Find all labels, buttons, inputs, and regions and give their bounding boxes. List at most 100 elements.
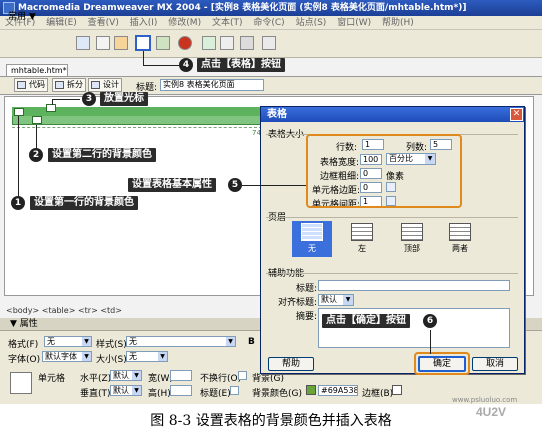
tag-chooser-icon[interactable] xyxy=(262,36,276,50)
caption-input[interactable] xyxy=(318,280,510,291)
align-caption-label: 对齐标题: xyxy=(278,298,318,308)
menu-modify[interactable]: 修改(M) xyxy=(168,18,201,28)
header-top-icon xyxy=(401,223,423,241)
dialog-title: 表格 xyxy=(261,107,524,122)
divider xyxy=(266,273,518,274)
menu-bar: 文件(F) 编辑(E) 查看(V) 插入(I) 修改(M) 文本(T) 命令(C… xyxy=(0,16,542,30)
callout-number-6: 6 xyxy=(423,314,437,328)
chevron-down-icon: ▼ xyxy=(132,386,141,395)
align-caption-select[interactable]: 默认 ▼ xyxy=(318,294,354,306)
table-icon[interactable] xyxy=(135,35,151,51)
menu-help[interactable]: 帮助(H) xyxy=(382,18,414,28)
callout-3: 放置光标 xyxy=(100,92,148,106)
menu-commands[interactable]: 命令(C) xyxy=(253,18,284,28)
chevron-down-icon: ▼ xyxy=(82,337,91,346)
design-view-icon xyxy=(91,81,100,89)
font-label: 字体(O) xyxy=(8,355,41,365)
border-label: 边框(B) xyxy=(362,389,394,399)
date-icon[interactable] xyxy=(202,36,216,50)
border-color-swatch[interactable] xyxy=(392,385,402,395)
style-select[interactable]: 无 ▼ xyxy=(126,336,236,347)
comment-icon[interactable] xyxy=(220,36,234,50)
bgcolor-swatch[interactable] xyxy=(306,385,316,395)
size-label: 大小(S) xyxy=(96,355,127,365)
header-option-top[interactable]: 顶部 xyxy=(392,221,432,257)
chevron-down-icon: ▼ xyxy=(226,337,235,346)
callout-line xyxy=(430,330,431,354)
cursor-cell[interactable] xyxy=(46,104,56,112)
callout-6: 点击【确定】按钮 xyxy=(322,314,410,328)
highlight-ok xyxy=(414,352,470,375)
menu-view[interactable]: 查看(V) xyxy=(88,18,119,28)
email-link-icon[interactable] xyxy=(96,36,110,50)
header-both-icon xyxy=(449,223,471,241)
menu-edit[interactable]: 编辑(E) xyxy=(46,18,77,28)
cancel-button[interactable]: 取消 xyxy=(472,357,518,371)
design-view-button[interactable]: 设计 xyxy=(88,78,122,92)
callout-line xyxy=(143,51,144,65)
insert-category-select[interactable]: 常用 ▼ xyxy=(8,9,36,22)
callout-number-2: 2 xyxy=(29,148,43,162)
bgcolor-label: 背景颜色(G) xyxy=(252,389,302,399)
document-tab[interactable]: mhtable.htm* xyxy=(6,64,68,76)
style-label: 样式(S) xyxy=(96,340,127,350)
halign-label: 水平(Z) xyxy=(80,374,112,384)
header-checkbox[interactable] xyxy=(230,386,239,395)
callout-4: 点击【表格】按钮 xyxy=(197,58,285,72)
header-left-icon xyxy=(351,223,373,241)
bold-button[interactable]: B xyxy=(248,337,255,347)
header-option-none[interactable]: 无 xyxy=(292,221,332,257)
menu-site[interactable]: 站点(S) xyxy=(296,18,327,28)
chevron-down-icon: ▼ xyxy=(82,352,91,361)
tag-selector[interactable]: <body> <table> <tr> <td> xyxy=(6,306,122,315)
menu-insert[interactable]: 插入(I) xyxy=(130,18,158,28)
callout-number-1: 1 xyxy=(11,196,25,210)
window-title: Macromedia Dreamweaver MX 2004 - [实例8 表格… xyxy=(18,3,467,13)
format-label: 格式(F) xyxy=(8,340,39,350)
font-select[interactable]: 默认字体 ▼ xyxy=(42,351,92,362)
split-view-button[interactable]: 拆分 xyxy=(52,78,86,92)
code-view-button[interactable]: 代码 xyxy=(14,78,48,92)
template-icon[interactable] xyxy=(240,36,254,50)
valign-select[interactable]: 默认 ▼ xyxy=(110,385,142,396)
table-width-ruler xyxy=(12,127,262,136)
callout-2: 设置第二行的背景颜色 xyxy=(48,148,156,162)
menu-text[interactable]: 文本(T) xyxy=(212,18,243,28)
close-icon[interactable]: ✕ xyxy=(510,108,523,121)
bgcolor-input[interactable]: #69A538 xyxy=(318,385,358,396)
menu-window[interactable]: 窗口(W) xyxy=(337,18,371,28)
split-view-icon xyxy=(55,81,64,89)
size-select[interactable]: 无 ▼ xyxy=(126,351,168,362)
chevron-down-icon: ▼ xyxy=(158,352,167,361)
header-option-both[interactable]: 两者 xyxy=(440,221,480,257)
callout-line xyxy=(18,116,19,196)
divider xyxy=(266,217,518,218)
watermark: 4U2V xyxy=(476,405,507,419)
format-select[interactable]: 无 ▼ xyxy=(44,336,92,347)
chevron-down-icon: ▼ xyxy=(132,371,141,380)
table-cell[interactable] xyxy=(32,116,42,124)
nowrap-checkbox[interactable] xyxy=(238,371,247,380)
header-option-left[interactable]: 左 xyxy=(342,221,382,257)
callout-line xyxy=(242,185,306,186)
valign-label: 垂直(T) xyxy=(80,389,111,399)
figure-caption: 图 8-3 设置表格的背景颜色并插入表格 xyxy=(150,413,392,429)
callout-number-3: 3 xyxy=(82,92,96,106)
callout-number-5: 5 xyxy=(228,178,242,192)
chevron-down-icon: ▼ xyxy=(343,295,353,305)
image-icon[interactable] xyxy=(156,36,170,50)
callout-line xyxy=(36,125,37,149)
hyperlink-icon[interactable] xyxy=(76,36,90,50)
halign-select[interactable]: 默认 ▼ xyxy=(110,370,142,381)
help-button[interactable]: 帮助 xyxy=(268,357,314,371)
named-anchor-icon[interactable] xyxy=(114,36,128,50)
width-input[interactable] xyxy=(170,370,192,381)
highlight-table-settings xyxy=(306,134,462,208)
doc-title-input[interactable]: 实例8 表格美化页面 xyxy=(160,79,264,91)
callout-1: 设置第一行的背景颜色 xyxy=(30,196,138,210)
code-view-icon xyxy=(17,81,26,89)
header-none-icon xyxy=(301,223,323,241)
height-input[interactable] xyxy=(170,385,192,396)
table-cell[interactable] xyxy=(14,108,24,116)
media-icon[interactable] xyxy=(178,36,192,50)
